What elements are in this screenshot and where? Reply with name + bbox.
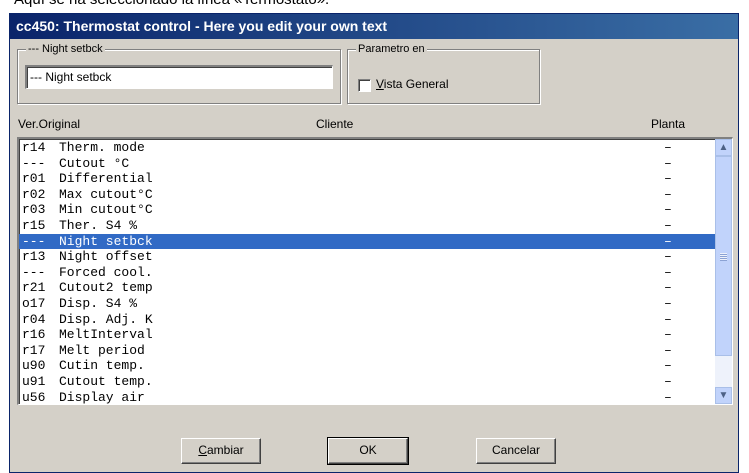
row-text: Therm. mode — [59, 140, 145, 155]
vertical-scrollbar[interactable]: ▲ ▼ — [715, 139, 732, 404]
row-text: Melt period — [59, 342, 145, 358]
row-planta: – — [664, 171, 672, 187]
list-item[interactable]: --- Night setbck – — [19, 233, 715, 250]
list-item[interactable]: r03 Min cutout°C – — [19, 202, 715, 218]
list-item[interactable]: --- Cutout °C – — [19, 156, 715, 172]
column-header-cliente: Cliente — [316, 117, 354, 131]
row-text: MeltInterval — [59, 327, 153, 343]
list-item[interactable]: r13 Night offset – — [19, 249, 715, 265]
row-code: --- — [22, 264, 46, 280]
row-planta: – — [664, 374, 672, 389]
column-header-original: Ver.Original — [18, 117, 81, 131]
param-groupbox-label: Parametro en — [356, 42, 427, 56]
row-code: r04 — [22, 311, 46, 327]
list-item[interactable]: u90 Cutin temp. – — [19, 358, 715, 374]
row-code: u56 — [22, 389, 46, 405]
ok-button[interactable]: OK — [327, 437, 409, 465]
row-code: r17 — [22, 342, 46, 358]
row-text: Night offset — [59, 249, 153, 265]
text-groupbox: --- Night setbck --- Night setbck — [17, 42, 341, 104]
row-text: Ther. S4 % — [59, 218, 138, 233]
row-planta: – — [664, 264, 672, 280]
row-code: u91 — [22, 374, 46, 389]
list-item[interactable]: r15 Ther. S4 % – — [19, 218, 715, 234]
vista-general-label[interactable]: Vista General — [376, 77, 449, 91]
column-header-planta: Planta — [651, 117, 686, 131]
row-planta: – — [664, 155, 672, 171]
list-item[interactable]: r17 Melt period – — [19, 343, 715, 359]
list-item[interactable]: r01 Differential – — [19, 171, 715, 187]
row-planta: – — [664, 202, 672, 218]
row-text: Max cutout°C — [59, 186, 153, 202]
row-planta: – — [664, 233, 672, 249]
row-planta: – — [664, 327, 672, 343]
row-code: u90 — [22, 358, 46, 374]
row-planta: – — [664, 311, 672, 327]
scroll-down-arrow-icon[interactable]: ▼ — [715, 387, 732, 404]
row-planta: – — [664, 280, 672, 296]
text-edit-input[interactable]: --- Night setbck — [25, 65, 333, 89]
row-planta: – — [664, 249, 672, 265]
row-code: r15 — [22, 218, 46, 233]
list-item[interactable]: u91 Cutout temp. – — [19, 374, 715, 390]
row-planta: – — [664, 140, 672, 155]
row-text: Differential — [59, 171, 153, 187]
row-code: r01 — [22, 171, 46, 187]
list-item[interactable]: r21 Cutout2 temp – — [19, 280, 715, 296]
row-code: --- — [22, 233, 46, 249]
list-item[interactable]: u56 Display air – — [19, 389, 715, 405]
list-item[interactable]: o17 Disp. S4 % – — [19, 296, 715, 312]
row-code: r14 — [22, 140, 46, 155]
vista-general-checkbox[interactable] — [358, 79, 371, 92]
row-code: r03 — [22, 202, 46, 218]
row-planta: – — [664, 358, 672, 374]
row-text: Cutin temp. — [59, 358, 145, 374]
row-code: r21 — [22, 280, 46, 296]
row-text: Forced cool. — [59, 264, 153, 280]
param-groupbox: Parametro en Vista General — [347, 42, 540, 104]
scroll-up-arrow-icon[interactable]: ▲ — [715, 139, 732, 156]
caption-text: Aquí se ha seleccionado la línea «Termos… — [14, 0, 329, 11]
row-text: Disp. S4 % — [59, 296, 138, 311]
row-code: r02 — [22, 186, 46, 202]
list-item[interactable]: r02 Max cutout°C – — [19, 187, 715, 203]
thermostat-dialog: cc450: Thermostat control - Here you edi… — [9, 13, 739, 473]
window-title: cc450: Thermostat control - Here you edi… — [10, 14, 738, 39]
list-item[interactable]: --- Forced cool. – — [19, 265, 715, 281]
cancelar-button[interactable]: Cancelar — [476, 438, 556, 464]
row-text: Cutout2 temp — [59, 280, 153, 296]
row-code: r16 — [22, 327, 46, 343]
row-text: Min cutout°C — [59, 202, 153, 218]
list-item[interactable]: r16 MeltInterval – — [19, 327, 715, 343]
row-text: Disp. Adj. K — [59, 311, 153, 327]
row-code: r13 — [22, 249, 46, 265]
parameter-listbox[interactable]: r14 Therm. mode – --- Cutout °C – r01 Different… — [17, 137, 733, 405]
text-groupbox-label: --- Night setbck — [26, 42, 105, 56]
scrollbar-thumb[interactable] — [715, 156, 732, 356]
row-planta: – — [664, 342, 672, 358]
cambiar-button[interactable]: Cambiar — [181, 438, 261, 464]
row-text: Display air — [59, 389, 145, 405]
row-planta: – — [664, 186, 672, 202]
row-planta: – — [664, 389, 672, 405]
row-planta: – — [664, 296, 672, 311]
row-text: Cutout °C — [59, 155, 130, 171]
row-planta: – — [664, 218, 672, 233]
row-code: --- — [22, 155, 46, 171]
list-item[interactable]: r04 Disp. Adj. K – — [19, 312, 715, 328]
row-text: Night setbck — [59, 233, 153, 249]
row-text: Cutout temp. — [59, 374, 153, 389]
row-code: o17 — [22, 296, 46, 311]
list-item[interactable]: r14 Therm. mode – — [19, 140, 715, 156]
scrollbar-grip-icon — [720, 253, 727, 261]
